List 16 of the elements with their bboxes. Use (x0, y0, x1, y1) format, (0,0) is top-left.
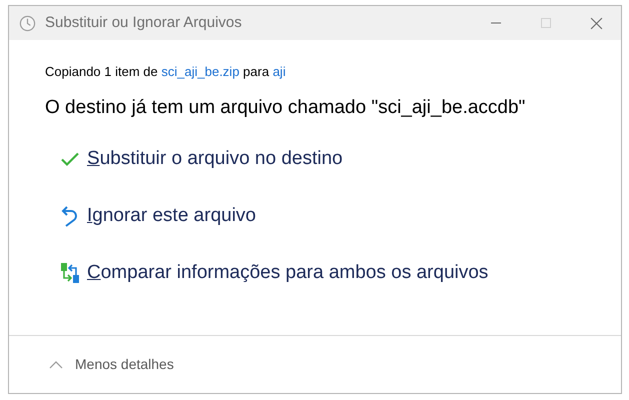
conflict-message: O destino já tem um arquivo chamado "sci_aji_be.accdb" (45, 96, 526, 120)
undo-arrow-icon (61, 205, 79, 227)
checkmark-icon (60, 151, 80, 167)
copy-status-text: Copiando 1 item de sci_aji_be.zip para aji (45, 63, 287, 81)
chevron-up-icon (49, 360, 63, 368)
choice-option[interactable]: Substituir o arquivo no destino (59, 144, 621, 174)
close-icon (590, 16, 602, 30)
destination-link[interactable]: aji (272, 64, 286, 79)
details-toggle[interactable]: Menos detalhes (49, 354, 174, 375)
source-link[interactable]: sci_aji_be.zip (161, 64, 240, 79)
choice-option[interactable]: Ignorar este arquivo (59, 201, 621, 231)
choice-option[interactable]: Comparar informações para ambos os arquivos (59, 258, 621, 288)
maximize-icon (540, 17, 552, 29)
compare-files-icon (60, 262, 80, 284)
window-title: Substituir ou Ignorar Arquivos (45, 12, 242, 33)
clock-icon (19, 14, 36, 32)
